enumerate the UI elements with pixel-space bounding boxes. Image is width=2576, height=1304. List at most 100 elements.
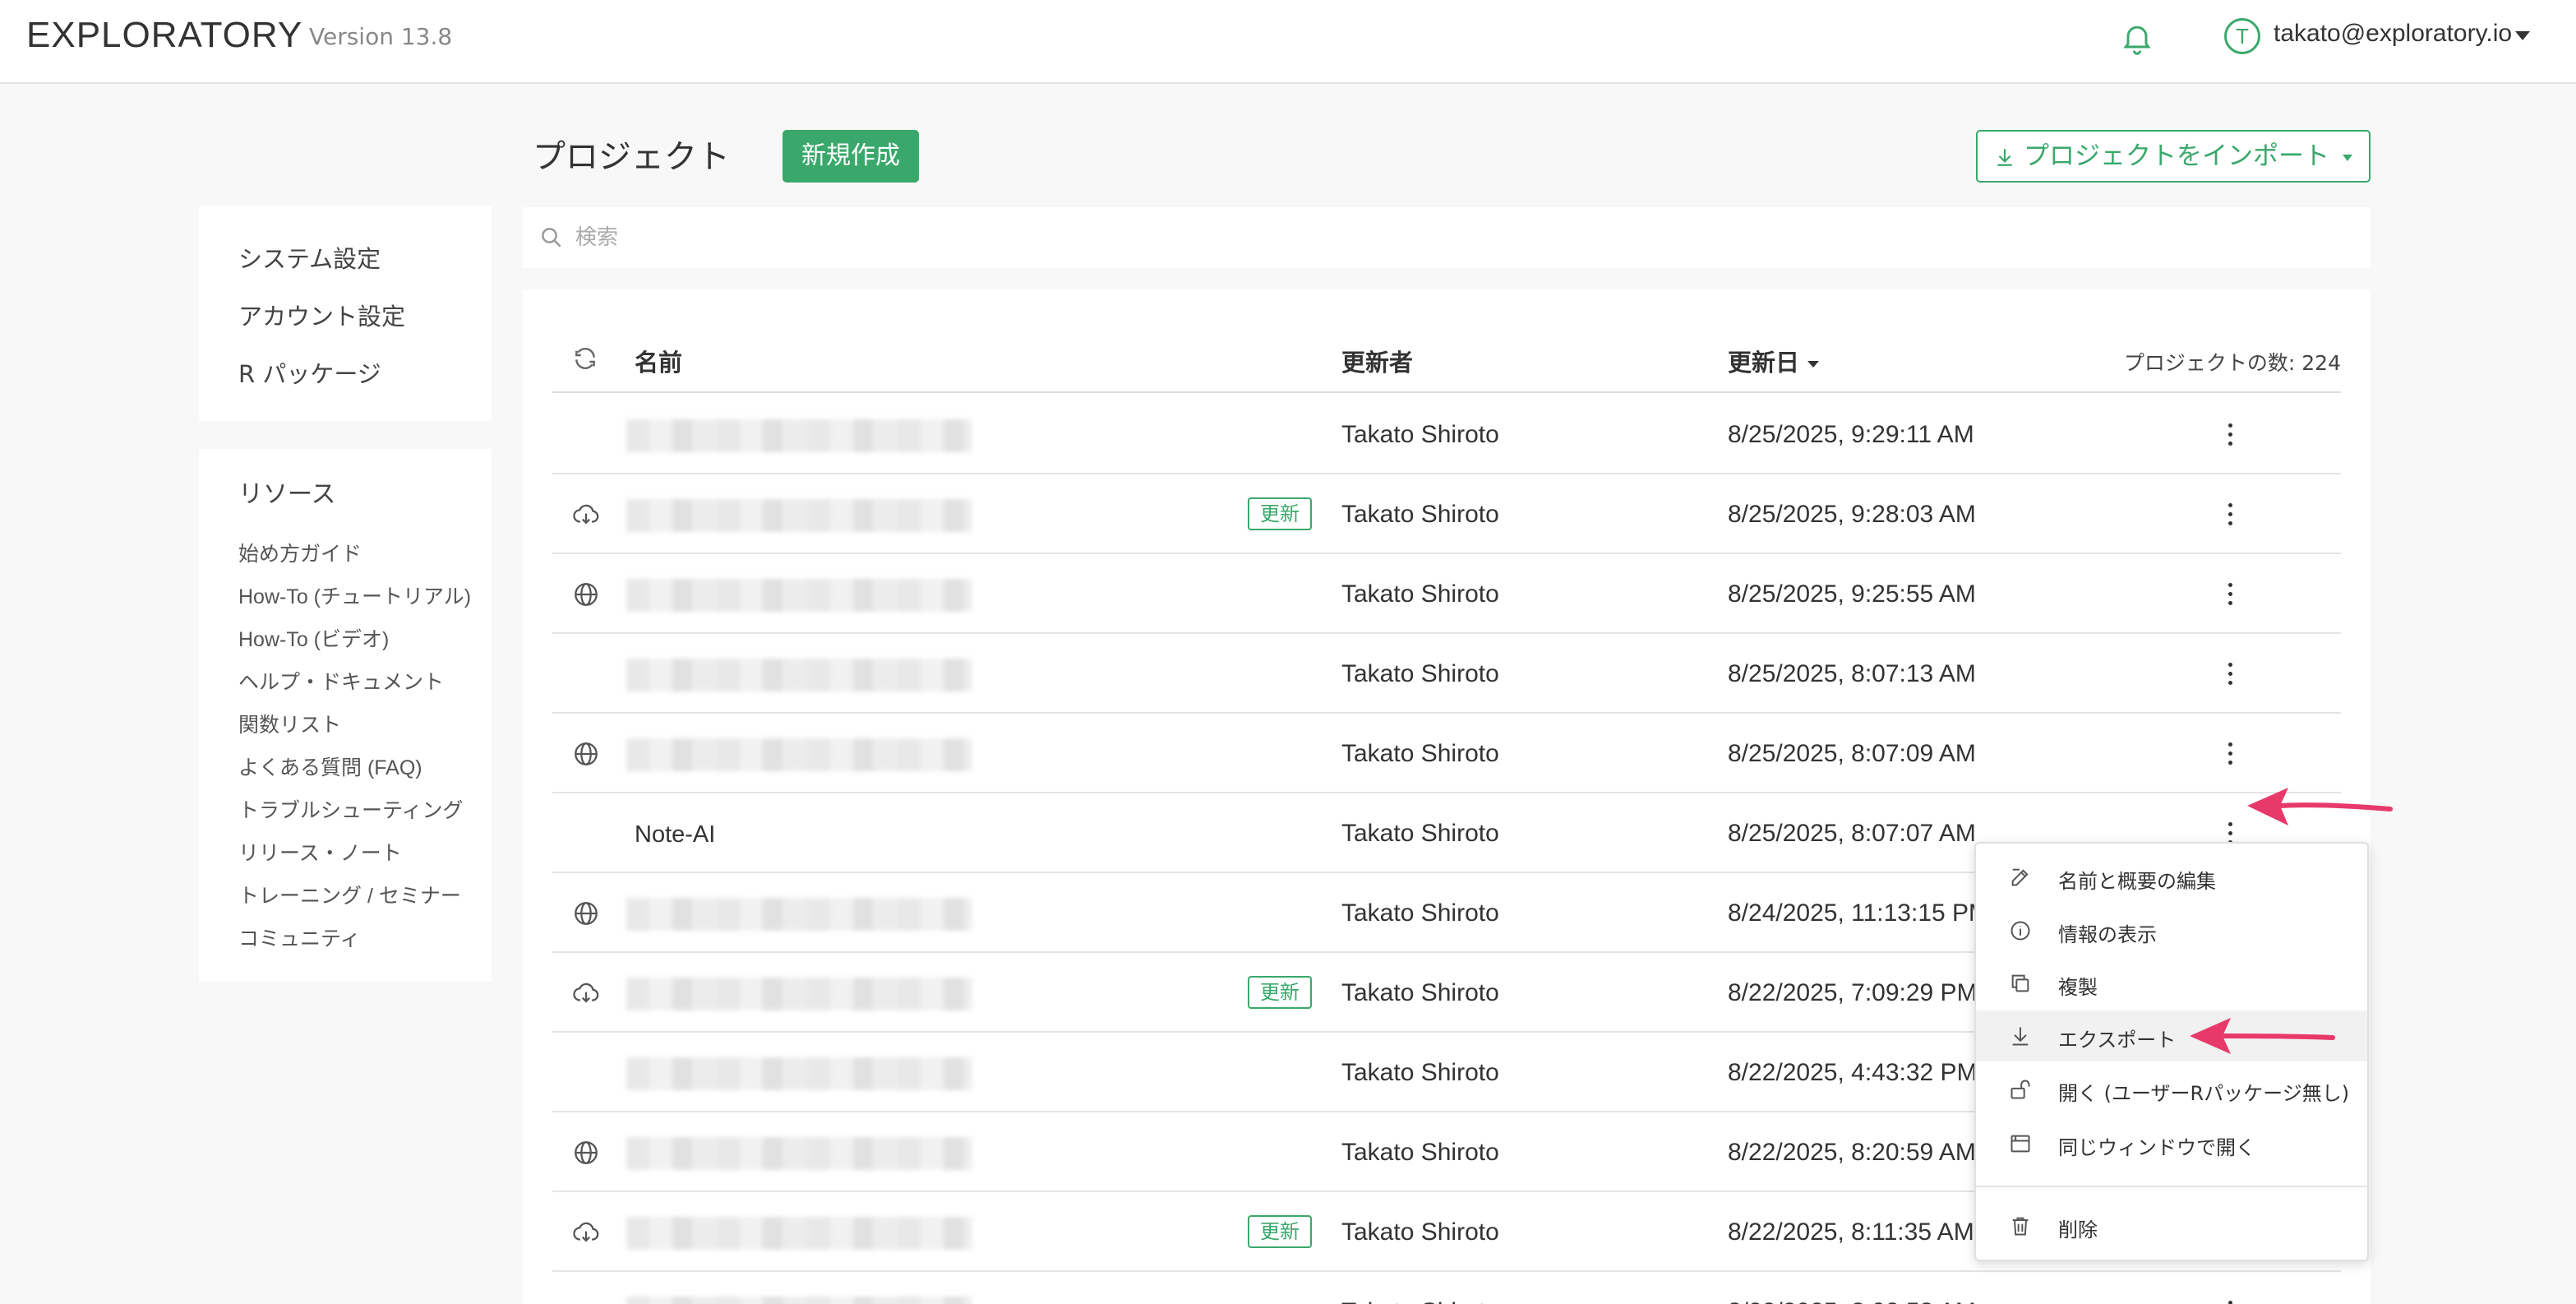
import-project-label: プロジェクトをインポート xyxy=(2024,141,2329,171)
app-header: EXPLORATORY Version 13.8 T takato@explor… xyxy=(0,0,2576,84)
resource-link[interactable]: よくある質問 (FAQ) xyxy=(238,751,422,781)
column-header-name[interactable]: 名前 xyxy=(635,344,682,378)
kebab-menu-icon[interactable] xyxy=(2221,740,2241,768)
date-cell: 8/25/2025, 8:07:07 AM xyxy=(1728,820,1976,847)
chevron-down-icon[interactable] xyxy=(2515,31,2530,40)
updater-cell: Takato Shiroto xyxy=(1341,979,1499,1006)
resource-link[interactable]: リリース・ノート xyxy=(238,837,402,867)
project-count: プロジェクトの数: 224 xyxy=(2123,351,2341,375)
settings-nav: システム設定 アカウント設定 R パッケージ xyxy=(199,206,492,421)
table-row[interactable]: Takato Shiroto 8/25/2025, 9:25:55 AM xyxy=(552,554,2341,634)
date-cell: 8/25/2025, 9:28:03 AM xyxy=(1728,501,1976,528)
app-version: Version 13.8 xyxy=(309,23,453,50)
resource-link[interactable]: ヘルプ・ドキュメント xyxy=(238,666,444,696)
annotation-arrow-icon xyxy=(2190,1018,2335,1054)
search-input[interactable] xyxy=(575,215,2351,260)
table-row[interactable]: Takato Shiroto 8/22/2025, 8:02:58 AM xyxy=(552,1272,2341,1304)
updater-cell: Takato Shiroto xyxy=(1341,660,1499,687)
edit-icon xyxy=(2009,866,2032,889)
resource-link[interactable]: How-To (チュートリアル) xyxy=(238,580,471,610)
table-row[interactable]: 更新 Takato Shiroto 8/25/2025, 9:28:03 AM xyxy=(552,474,2341,554)
kebab-menu-icon[interactable] xyxy=(2221,421,2241,449)
window-icon xyxy=(2009,1132,2032,1155)
project-name-redacted[interactable] xyxy=(626,419,972,452)
table-row[interactable]: Takato Shiroto 8/25/2025, 9:29:11 AM xyxy=(552,395,2341,474)
resource-link[interactable]: 始め方ガイド xyxy=(238,538,362,567)
updater-cell: Takato Shiroto xyxy=(1341,820,1499,847)
date-cell: 8/22/2025, 8:11:35 AM xyxy=(1728,1218,1974,1246)
project-name-redacted[interactable] xyxy=(626,1057,972,1090)
search-box xyxy=(523,207,2371,268)
project-name-redacted[interactable] xyxy=(626,1137,972,1170)
table-row[interactable]: Takato Shiroto 8/25/2025, 8:07:09 AM xyxy=(552,714,2341,793)
menu-item-unlock[interactable]: 開く (ユーザーRパッケージ無し) xyxy=(1976,1064,2367,1115)
project-name-redacted[interactable] xyxy=(626,499,972,532)
column-header-date-label: 更新日 xyxy=(1728,349,1800,377)
date-cell: 8/22/2025, 8:02:58 AM xyxy=(1728,1298,1976,1304)
update-badge[interactable]: 更新 xyxy=(1248,1215,1312,1248)
date-cell: 8/24/2025, 11:13:15 PM xyxy=(1728,899,1990,927)
trash-icon xyxy=(2009,1214,2032,1237)
menu-item-label: 同じウィンドウで開く xyxy=(2058,1136,2255,1159)
updater-cell: Takato Shiroto xyxy=(1341,1059,1499,1086)
import-project-button[interactable]: プロジェクトをインポート xyxy=(1976,130,2371,183)
resource-link[interactable]: How-To (ビデオ) xyxy=(238,623,389,653)
download-icon xyxy=(2009,1024,2032,1047)
date-cell: 8/25/2025, 8:07:09 AM xyxy=(1728,740,1976,767)
project-name-redacted[interactable] xyxy=(626,738,972,771)
project-name-redacted[interactable] xyxy=(626,1297,972,1304)
resource-link[interactable]: トラブルシューティング xyxy=(238,794,464,824)
sidebar-item-account-settings[interactable]: アカウント設定 xyxy=(238,298,405,332)
resource-link[interactable]: トレーニング / セミナー xyxy=(238,880,461,909)
bell-icon[interactable] xyxy=(2119,20,2155,56)
menu-item-label: 名前と概要の編集 xyxy=(2058,870,2216,893)
resource-link[interactable]: コミュニティ xyxy=(238,923,361,952)
sidebar-item-r-packages[interactable]: R パッケージ xyxy=(238,355,381,390)
menu-item-label: 複製 xyxy=(2058,976,2098,999)
update-badge[interactable]: 更新 xyxy=(1248,976,1312,1009)
resources-nav: リソース 始め方ガイド How-To (チュートリアル) How-To (ビデオ… xyxy=(199,449,492,982)
resource-link[interactable]: 関数リスト xyxy=(238,709,341,738)
sort-caret-icon xyxy=(1807,361,1820,368)
table-header: 名前 更新者 更新日 プロジェクトの数: 224 xyxy=(552,314,2341,393)
update-badge[interactable]: 更新 xyxy=(1248,497,1312,530)
project-name[interactable]: Note-AI xyxy=(635,821,715,849)
annotation-arrow-icon xyxy=(2247,788,2393,825)
project-name-redacted[interactable] xyxy=(626,898,972,931)
updater-cell: Takato Shiroto xyxy=(1341,740,1499,767)
user-email[interactable]: takato@exploratory.io xyxy=(2274,20,2512,48)
menu-item-window[interactable]: 同じウィンドウで開く xyxy=(1976,1118,2367,1169)
table-row[interactable]: Takato Shiroto 8/25/2025, 8:07:13 AM xyxy=(552,634,2341,714)
column-header-date[interactable]: 更新日 xyxy=(1728,344,1820,378)
date-cell: 8/25/2025, 8:07:13 AM xyxy=(1728,660,1976,687)
kebab-menu-icon[interactable] xyxy=(2221,660,2241,688)
kebab-menu-icon[interactable] xyxy=(2221,580,2241,608)
globe-icon xyxy=(572,1139,600,1167)
chevron-down-icon xyxy=(2343,155,2352,161)
menu-item-label: 開く (ユーザーRパッケージ無し) xyxy=(2058,1082,2350,1105)
copy-icon xyxy=(2009,972,2032,995)
project-name-redacted[interactable] xyxy=(626,978,972,1010)
globe-icon xyxy=(572,899,600,927)
new-project-button[interactable]: 新規作成 xyxy=(782,130,919,183)
column-header-updater[interactable]: 更新者 xyxy=(1341,344,1413,378)
project-name-redacted[interactable] xyxy=(626,1217,972,1250)
updater-cell: Takato Shiroto xyxy=(1341,421,1499,448)
project-name-redacted[interactable] xyxy=(626,659,972,691)
date-cell: 8/25/2025, 9:29:11 AM xyxy=(1728,421,1974,448)
sidebar-item-system-settings[interactable]: システム設定 xyxy=(238,240,381,275)
refresh-icon[interactable] xyxy=(572,345,598,372)
date-cell: 8/22/2025, 8:20:59 AM xyxy=(1728,1139,1976,1166)
cloud-download-icon xyxy=(572,501,600,529)
unlock-icon xyxy=(2009,1078,2032,1101)
updater-cell: Takato Shiroto xyxy=(1341,1218,1499,1246)
kebab-menu-icon[interactable] xyxy=(2221,501,2241,529)
menu-item-copy[interactable]: 複製 xyxy=(1976,958,2367,1009)
menu-item-edit[interactable]: 名前と概要の編集 xyxy=(1976,852,2367,903)
project-name-redacted[interactable] xyxy=(626,579,972,612)
menu-item-info[interactable]: 情報の表示 xyxy=(1976,905,2367,956)
kebab-menu-icon[interactable] xyxy=(2221,1298,2241,1304)
menu-item-trash[interactable]: 削除 xyxy=(1976,1200,2367,1251)
app-logo[interactable]: EXPLORATORY xyxy=(26,15,302,56)
avatar[interactable]: T xyxy=(2224,18,2260,54)
